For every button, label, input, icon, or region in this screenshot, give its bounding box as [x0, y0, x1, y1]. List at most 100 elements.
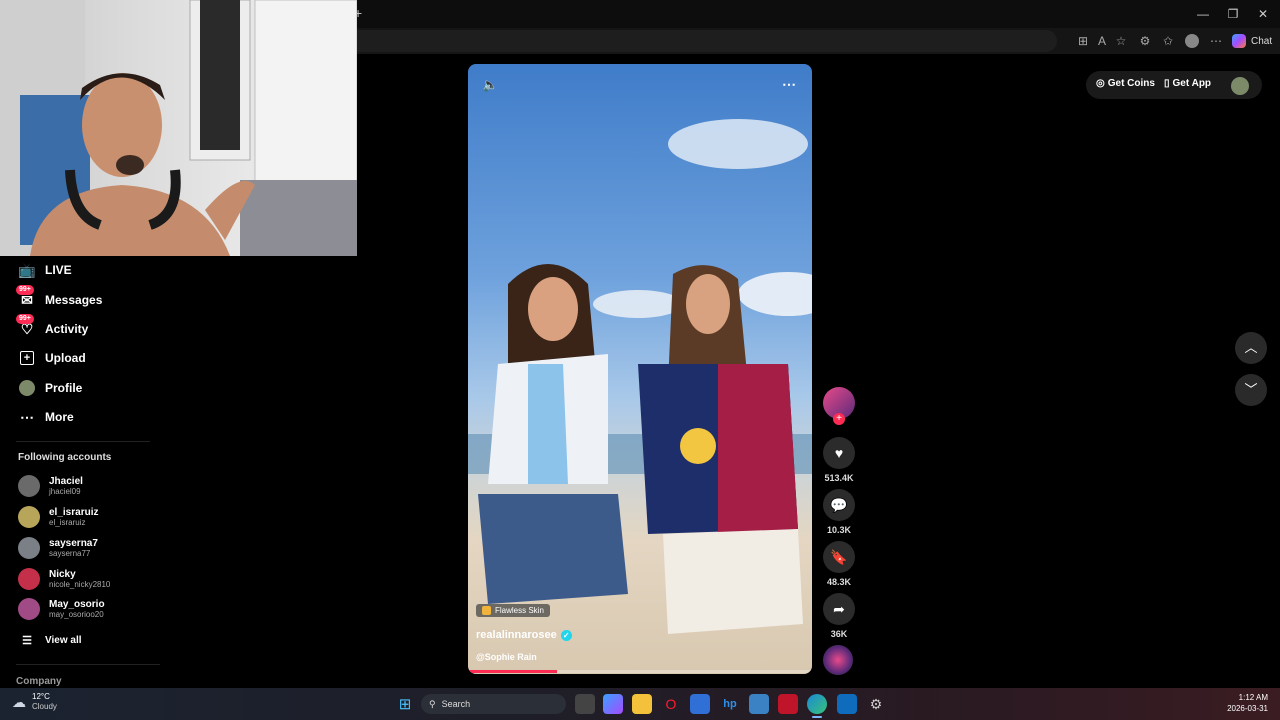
following-account[interactable]: May_osorio may_osorioo20: [18, 596, 158, 622]
search-icon: ⚲: [429, 698, 436, 709]
messages-badge: 99+: [16, 285, 34, 295]
like-button[interactable]: ♥ 513.4K: [822, 437, 856, 483]
effect-tag-label: Flawless Skin: [495, 606, 544, 615]
file-explorer-icon[interactable]: [632, 694, 652, 714]
copilot-button[interactable]: Chat: [1232, 32, 1272, 50]
profile-avatar-icon: [18, 379, 36, 397]
weather-temp: 12°C: [32, 692, 50, 701]
sidebar-item-label: LIVE: [45, 263, 72, 277]
close-window-button[interactable]: ✕: [1248, 4, 1278, 24]
weather-widget[interactable]: ☁ 12°C Cloudy: [12, 692, 57, 712]
heart-icon: ♥: [823, 437, 855, 469]
video-author[interactable]: realalinnaroseе ✓: [476, 629, 572, 641]
video-player[interactable]: 🔈 ⋯ Flawless Skin realalinnaroseе ✓ @Sop…: [468, 64, 812, 674]
video-progress-track[interactable]: [468, 670, 812, 673]
account-name: Nicky: [49, 569, 76, 580]
get-app-button[interactable]: ▯ Get App: [1164, 78, 1211, 89]
share-icon: ➦: [823, 593, 855, 625]
share-button[interactable]: ➦ 36K: [822, 593, 856, 639]
music-disc[interactable]: [823, 645, 853, 675]
sidebar-divider: [16, 664, 160, 665]
task-view-icon[interactable]: [575, 694, 595, 714]
grid-icon[interactable]: ⊞: [1074, 32, 1092, 50]
sidebar-item-label: Activity: [45, 322, 89, 336]
settings-icon[interactable]: ⚙: [866, 694, 886, 714]
previous-video-button[interactable]: ︿: [1235, 332, 1267, 364]
volume-icon[interactable]: 🔈: [482, 77, 498, 93]
copilot-label: Chat: [1251, 35, 1273, 47]
hp-icon[interactable]: hp: [720, 694, 740, 714]
search-label: Search: [441, 699, 471, 709]
more-icon[interactable]: ⋯: [1207, 32, 1225, 50]
sidebar-item-profile[interactable]: Profile: [18, 377, 158, 399]
weather-desc: Cloudy: [32, 702, 57, 711]
clock[interactable]: 1:12 AM 2026-03-31: [1200, 692, 1268, 714]
sidebar-item-label: Messages: [45, 293, 103, 307]
active-app-indicator: [812, 716, 822, 718]
video-progress-fill: [468, 670, 558, 673]
following-title: Following accounts: [18, 452, 112, 463]
favorites-icon[interactable]: ✩: [1159, 32, 1177, 50]
verified-icon: ✓: [560, 629, 572, 641]
read-aloud-icon[interactable]: A: [1093, 32, 1111, 50]
sidebar-item-upload[interactable]: + Upload: [18, 347, 158, 369]
next-video-button[interactable]: ﹀: [1235, 374, 1267, 406]
effect-tag[interactable]: Flawless Skin: [476, 604, 550, 617]
clock-time: 1:12 AM: [1238, 693, 1268, 702]
windows-start-icon[interactable]: ⊞: [395, 694, 415, 714]
minimize-button[interactable]: —: [1188, 4, 1218, 24]
sidebar-item-live[interactable]: 📺 LIVE: [18, 259, 158, 281]
sidebar-item-messages[interactable]: ✉ 99+ Messages: [16, 285, 158, 311]
author-username: realalinnaroseе: [476, 629, 557, 641]
comment-count: 10.3K: [826, 525, 852, 535]
copilot-app-icon[interactable]: [603, 694, 623, 714]
sidebar-item-more[interactable]: ⋯ More: [18, 406, 158, 428]
following-account[interactable]: sayserna7 sayserna77: [18, 535, 158, 561]
like-count: 513.4K: [824, 473, 854, 483]
restore-button[interactable]: ❐: [1218, 4, 1248, 24]
favorite-star-icon[interactable]: ☆: [1112, 32, 1130, 50]
avatar: [18, 506, 40, 528]
get-app-label: Get App: [1172, 78, 1212, 89]
upload-icon: +: [18, 349, 36, 367]
sidebar-item-activity[interactable]: ♡ 99+ Activity: [16, 314, 158, 340]
creator-avatar[interactable]: +: [823, 387, 855, 425]
extensions-icon[interactable]: ⚙: [1136, 32, 1154, 50]
user-avatar[interactable]: [1231, 77, 1249, 95]
address-field[interactable]: [357, 30, 1057, 52]
company-link[interactable]: Company: [16, 676, 62, 687]
video-more-icon[interactable]: ⋯: [782, 76, 796, 93]
outlook-icon[interactable]: [837, 694, 857, 714]
app-icon[interactable]: [749, 694, 769, 714]
opera-icon[interactable]: O: [661, 694, 681, 714]
store-icon[interactable]: [690, 694, 710, 714]
sidebar-divider: [16, 441, 150, 442]
avatar: [18, 568, 40, 590]
phone-icon: ▯: [1164, 78, 1170, 89]
profile-icon[interactable]: [1183, 32, 1201, 50]
messages-icon: ✉ 99+: [16, 285, 36, 309]
account-handle: sayserna77: [49, 549, 91, 558]
chevron-up-icon: ︿: [1244, 340, 1258, 355]
effect-icon: [482, 606, 491, 615]
save-button[interactable]: 🔖 48.3K: [822, 541, 856, 587]
edge-icon[interactable]: [807, 694, 827, 714]
follow-plus-icon[interactable]: +: [833, 413, 845, 425]
following-account[interactable]: Nicky nicole_nicky2810: [18, 566, 158, 592]
account-name: May_osorio: [49, 599, 105, 610]
live-tv-icon: 📺: [18, 261, 36, 278]
view-all-link[interactable]: ☰ View all: [18, 629, 158, 651]
account-handle: nicole_nicky2810: [49, 580, 111, 589]
comment-button[interactable]: 💬 10.3K: [822, 489, 856, 535]
more-dots-icon: ⋯: [20, 408, 34, 425]
copilot-icon: [1232, 34, 1246, 48]
mcafee-icon[interactable]: [778, 694, 798, 714]
video-mention[interactable]: @Sophie Rain: [476, 652, 537, 662]
get-coins-button[interactable]: ◎ Get Coins: [1096, 78, 1155, 89]
coin-icon: ◎: [1096, 78, 1105, 89]
following-account[interactable]: el_israruiz el_israruiz: [18, 504, 158, 530]
webcam-feed-image: [0, 0, 357, 256]
avatar: [18, 598, 40, 620]
following-account[interactable]: Jhaciel jhaciel09: [18, 473, 158, 499]
taskbar-search[interactable]: ⚲ Search: [421, 694, 566, 714]
